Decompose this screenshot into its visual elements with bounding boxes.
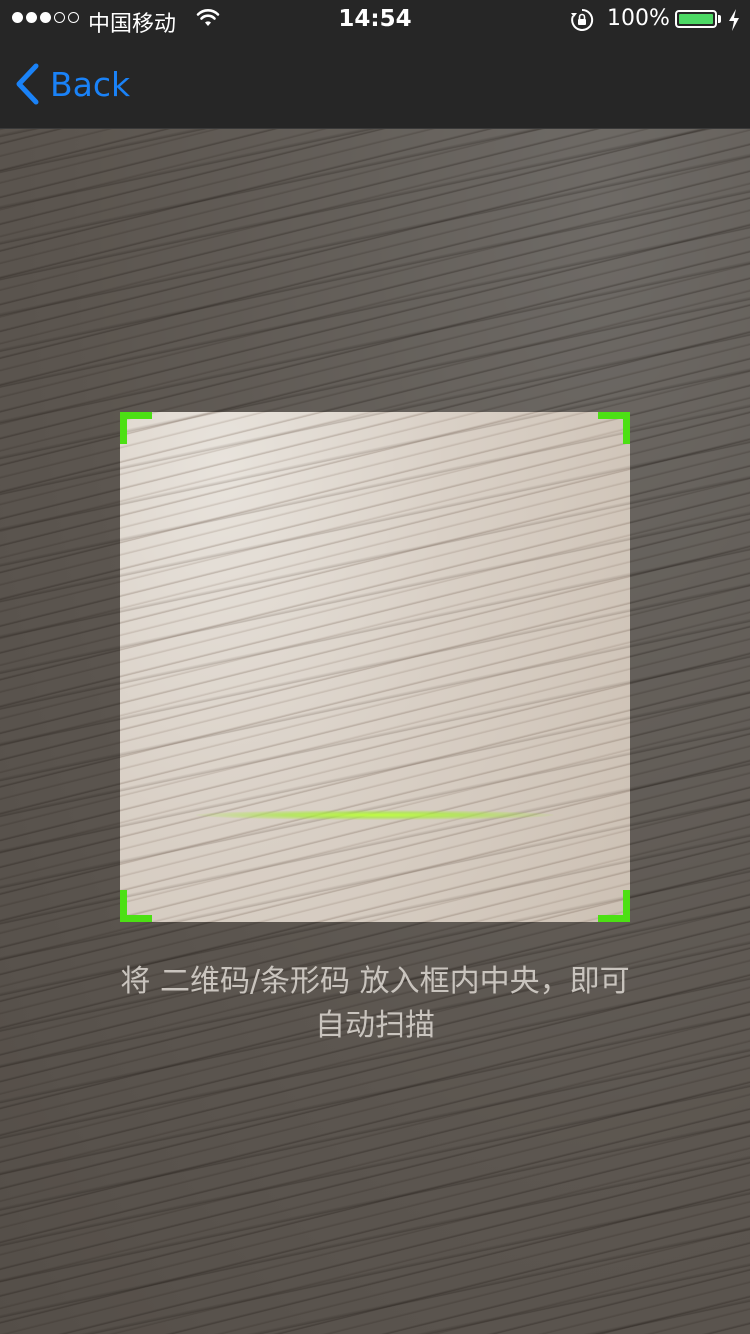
battery-percentage: 100% [607, 6, 670, 31]
scan-hint: 将 二维码/条形码 放入框内中央，即可自动扫描 [120, 964, 630, 1043]
battery-level [679, 14, 713, 24]
scan-frame-corner-top-right [598, 412, 630, 444]
scanner-screen: 将 二维码/条形码 放入框内中央，即可自动扫描 中国移动 14:54 100% … [0, 0, 750, 1334]
orientation-lock-icon [570, 8, 594, 38]
scan-frame-corner-bottom-right [598, 890, 630, 922]
status-bar: 中国移动 14:54 100% [0, 0, 750, 40]
battery-icon [675, 10, 717, 28]
scan-frame-corner-bottom-left [120, 890, 152, 922]
scan-line [196, 810, 554, 820]
back-button[interactable]: Back [14, 60, 130, 108]
navigation-bar: Back [0, 40, 750, 129]
scan-window [120, 412, 630, 922]
chevron-left-icon [16, 63, 39, 105]
scan-frame-corner-top-left [120, 412, 152, 444]
battery-cap [718, 15, 721, 23]
scan-window-feed [120, 412, 630, 922]
charging-bolt-icon [728, 9, 740, 37]
back-button-label: Back [50, 64, 131, 104]
